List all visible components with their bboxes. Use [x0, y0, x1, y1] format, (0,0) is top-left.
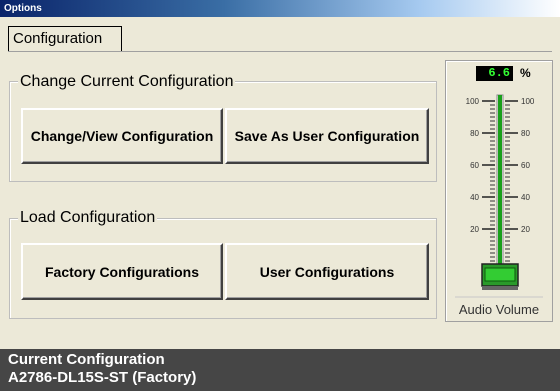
- tab-configuration-label: Configuration: [13, 30, 103, 47]
- load-config-group-title: Load Configuration: [18, 209, 158, 227]
- change-view-config-button[interactable]: Change/View Configuration: [21, 108, 223, 164]
- volume-ticks-left: 100 80 60 40 20: [466, 97, 495, 262]
- volume-tick-label-left: 100: [466, 97, 480, 106]
- volume-tick-label-right: 100: [521, 97, 535, 106]
- volume-tick-label-right: 40: [521, 193, 530, 202]
- user-configs-button[interactable]: User Configurations: [225, 243, 429, 300]
- status-heading: Current Configuration: [8, 351, 165, 368]
- window-title: Options: [4, 3, 42, 14]
- volume-tick-label-left: 60: [470, 161, 479, 170]
- status-bar: Current Configuration A2786-DL15S-ST (Fa…: [0, 349, 560, 391]
- audio-volume-slider[interactable]: 100 80 60 40 20 100 80 60 40 20: [445, 60, 553, 302]
- volume-level-fill: [498, 95, 502, 270]
- volume-tick-label-left: 20: [470, 225, 479, 234]
- status-current-config: A2786-DL15S-ST (Factory): [8, 369, 197, 386]
- volume-tick-label-left: 80: [470, 129, 479, 138]
- tab-underline: [8, 51, 552, 52]
- volume-tick-label-right: 60: [521, 161, 530, 170]
- window-titlebar: Options: [0, 0, 560, 17]
- volume-thumb[interactable]: [481, 263, 519, 290]
- volume-tick-label-right: 20: [521, 225, 530, 234]
- audio-volume-label: Audio Volume: [458, 302, 540, 317]
- tab-configuration[interactable]: Configuration: [8, 26, 122, 51]
- save-as-user-config-button[interactable]: Save As User Configuration: [225, 108, 429, 164]
- volume-ticks-right: 100 80 60 40 20: [505, 97, 535, 262]
- factory-configs-button[interactable]: Factory Configurations: [21, 243, 223, 300]
- change-config-group-title: Change Current Configuration: [18, 73, 236, 91]
- volume-tick-label-left: 40: [470, 193, 479, 202]
- volume-tick-label-right: 80: [521, 129, 530, 138]
